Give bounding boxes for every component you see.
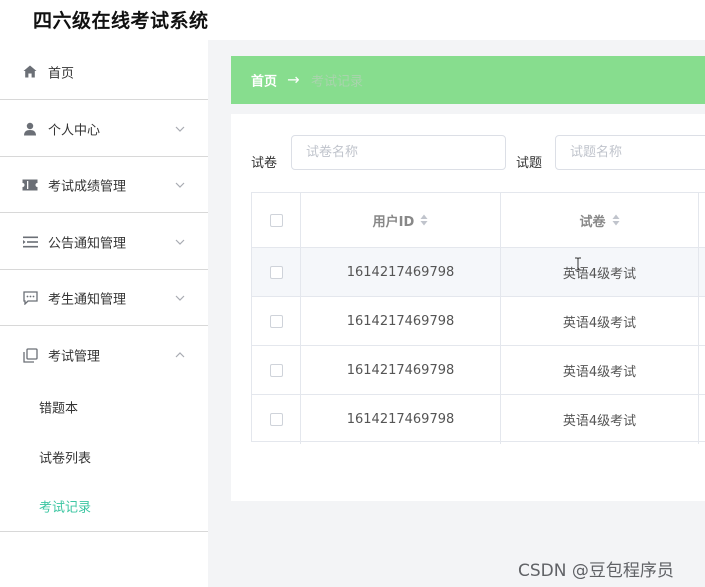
row-checkbox[interactable] [269, 413, 283, 426]
table-row[interactable]: 1614217469798 英语4级考试 [252, 346, 705, 395]
exam-records-table: 用户ID 试卷 1614217469798 英语4级考试 16142174697… [251, 192, 705, 444]
sidebar-item-label: 考试管理 [48, 349, 101, 365]
content-panel: 试卷 试题 用户ID 试卷 1614217469798 [231, 114, 705, 501]
sidebar-subitem-label: 错题本 [39, 401, 79, 417]
cell-paper: 英语4级考试 [501, 395, 699, 444]
table-row[interactable]: 1614217469798 英语4级考试 [252, 395, 705, 444]
cell-paper: 英语4级考试 [501, 346, 699, 394]
sort-icon[interactable] [612, 214, 620, 226]
table-row[interactable]: 1614217469798 英语4级考试 [252, 297, 705, 346]
text-cursor-icon [574, 256, 582, 275]
breadcrumb-current: 考试记录 [311, 74, 364, 90]
row-checkbox-cell [252, 248, 301, 296]
paper-search-input[interactable] [291, 135, 506, 170]
app-title: 四六级在线考试系统 [33, 10, 209, 32]
list-icon [22, 234, 38, 250]
row-checkbox-cell [252, 297, 301, 345]
cell-user-id: 1614217469798 [301, 248, 501, 296]
row-checkbox[interactable] [269, 363, 283, 377]
home-icon [22, 64, 38, 80]
sidebar-item-score-management[interactable]: 考试成绩管理 [0, 157, 208, 213]
cell-paper: 英语4级考试 [501, 297, 699, 345]
column-header-label: 试卷 [579, 214, 606, 230]
ticket-icon [22, 177, 38, 193]
sidebar: 首页 个人中心 考试成绩管理 公告通知管理 考生通知管理 考试管理 错题本 试卷… [0, 40, 208, 587]
sidebar-item-label: 个人中心 [48, 123, 101, 138]
cell-overflow [699, 346, 705, 394]
sidebar-item-label: 首页 [48, 66, 75, 81]
sidebar-item-exam-management[interactable]: 考试管理 [0, 327, 208, 383]
column-header-user-id[interactable]: 用户ID [301, 193, 501, 247]
message-icon [22, 290, 38, 306]
sidebar-divider [0, 531, 208, 532]
row-checkbox[interactable] [269, 314, 283, 328]
header-checkbox-cell [252, 193, 301, 247]
copy-icon [22, 347, 38, 363]
sort-icon[interactable] [420, 214, 428, 226]
select-all-checkbox[interactable] [269, 213, 283, 227]
column-header-paper[interactable]: 试卷 [501, 193, 699, 247]
table-row[interactable]: 1614217469798 英语4级考试 [252, 248, 705, 297]
sidebar-subitem-paper-list[interactable]: 试卷列表 [0, 432, 208, 482]
cell-user-id: 1614217469798 [301, 395, 501, 444]
app-header: 四六级在线考试系统 [0, 0, 705, 40]
breadcrumb: 首页 → 考试记录 [231, 56, 705, 104]
sidebar-subitem-label: 试卷列表 [39, 451, 92, 467]
column-header-overflow [699, 193, 705, 247]
breadcrumb-home-link[interactable]: 首页 [251, 71, 277, 90]
sidebar-item-label: 考生通知管理 [48, 292, 127, 307]
cell-overflow [699, 395, 705, 444]
sidebar-item-announcement-management[interactable]: 公告通知管理 [0, 214, 208, 270]
row-checkbox-cell [252, 395, 301, 444]
cell-user-id: 1614217469798 [301, 346, 501, 394]
cell-overflow [699, 297, 705, 345]
sidebar-subitem-wrong-questions[interactable]: 错题本 [0, 382, 208, 432]
row-checkbox[interactable] [269, 265, 283, 279]
user-icon [22, 121, 38, 137]
chevron-up-icon [174, 349, 186, 361]
chevron-down-icon [174, 123, 186, 135]
paper-filter-label: 试卷 [251, 156, 278, 171]
chevron-down-icon [174, 179, 186, 191]
question-filter-label: 试题 [516, 156, 543, 171]
cell-overflow [699, 248, 705, 296]
cell-user-id: 1614217469798 [301, 297, 501, 345]
table-header: 用户ID 试卷 [252, 193, 705, 248]
row-checkbox-cell [252, 346, 301, 394]
column-header-label: 用户ID [372, 214, 415, 230]
sidebar-subitem-label: 考试记录 [39, 500, 92, 516]
sidebar-item-candidate-notice-management[interactable]: 考生通知管理 [0, 270, 208, 326]
chevron-down-icon [174, 236, 186, 248]
sidebar-item-label: 考试成绩管理 [48, 179, 127, 194]
sidebar-subitem-exam-records[interactable]: 考试记录 [0, 481, 208, 531]
sidebar-item-home[interactable]: 首页 [0, 44, 208, 100]
cell-paper: 英语4级考试 [501, 248, 699, 296]
breadcrumb-arrow: → [287, 70, 300, 89]
sidebar-item-label: 公告通知管理 [48, 236, 127, 251]
chevron-down-icon [174, 292, 186, 304]
question-search-input[interactable] [555, 135, 705, 170]
sidebar-item-personal-center[interactable]: 个人中心 [0, 101, 208, 157]
watermark: CSDN @豆包程序员 [518, 561, 674, 581]
